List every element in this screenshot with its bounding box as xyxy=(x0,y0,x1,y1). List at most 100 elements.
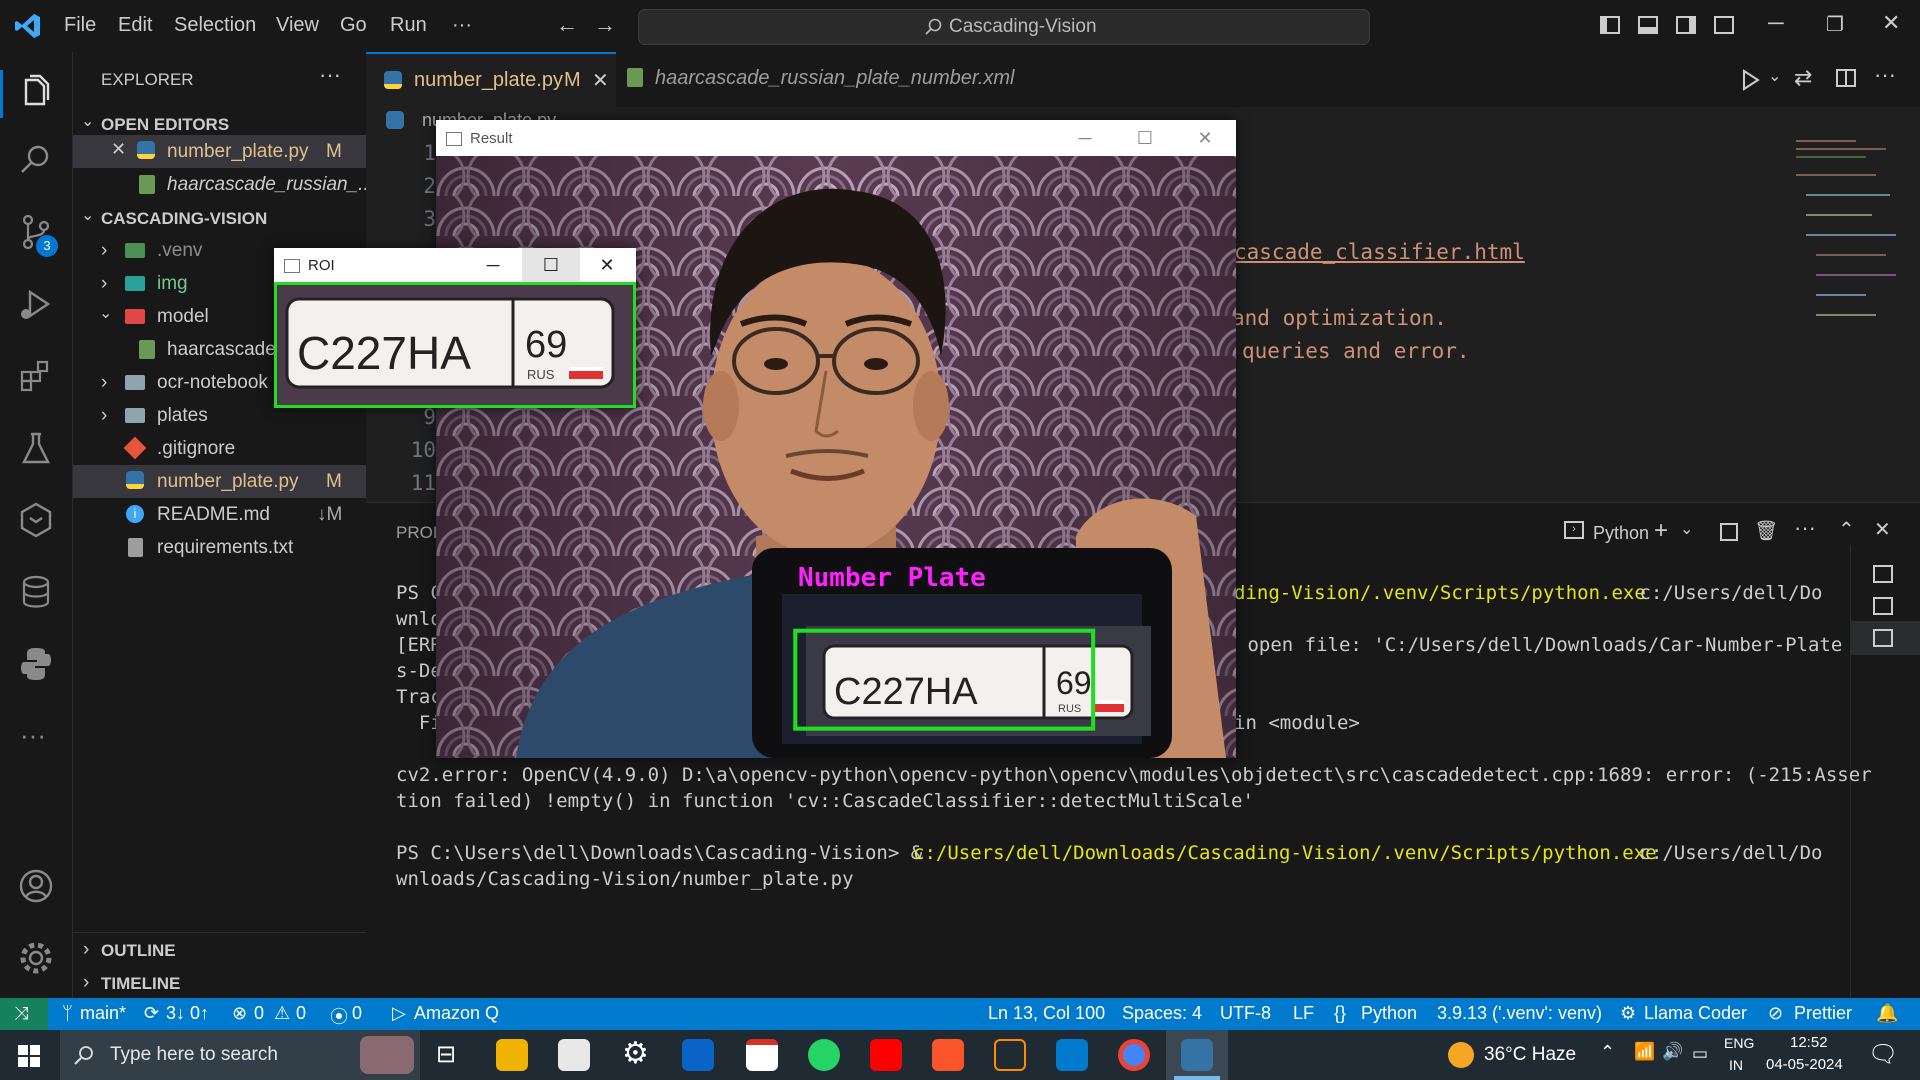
nav-back-icon[interactable]: ← xyxy=(556,12,578,38)
python-taskbar-active[interactable] xyxy=(1166,1030,1228,1080)
search-icon[interactable] xyxy=(16,140,56,180)
notifications-bell-icon[interactable]: 🔔 xyxy=(1876,1003,1898,1024)
roi-window[interactable]: ROI ─ ☐ ✕ C227HA 69 RUS xyxy=(274,248,636,408)
menu-go[interactable]: Go xyxy=(340,14,367,37)
file-explorer-icon[interactable] xyxy=(496,1039,528,1071)
more-actions-icon[interactable]: ··· xyxy=(1874,62,1896,88)
tree-item-requirements[interactable]: requirements.txt xyxy=(73,531,366,564)
terminal-shell-label[interactable]: Python xyxy=(1593,523,1649,544)
split-editor-icon[interactable] xyxy=(1836,69,1856,87)
close-icon[interactable]: ✕ xyxy=(578,248,636,282)
maximize-icon[interactable]: ☐ xyxy=(1116,120,1174,156)
roi-titlebar[interactable]: ROI ─ ☐ ✕ xyxy=(274,248,636,282)
warning-count[interactable]: 0 xyxy=(296,1003,306,1024)
gmail-icon[interactable] xyxy=(746,1039,778,1071)
task-view-icon[interactable]: ⊟ xyxy=(436,1040,456,1069)
battery-icon[interactable]: ▭ xyxy=(1692,1044,1708,1064)
close-icon[interactable]: ✕ xyxy=(592,68,609,93)
result-window[interactable]: Result ─ ☐ ✕ C227HA 69 RUS Number Plate xyxy=(436,120,1236,758)
tab-number-plate[interactable]: number_plate.py M ✕ xyxy=(366,52,616,107)
tree-item-gitignore[interactable]: .gitignore xyxy=(73,432,366,465)
explorer-icon[interactable] xyxy=(16,72,56,112)
remote-indicator[interactable]: ⤨ xyxy=(0,998,48,1030)
run-file-icon[interactable] xyxy=(1740,68,1762,92)
outline-section[interactable]: › OUTLINE xyxy=(73,933,366,966)
remote-hexagon-icon[interactable] xyxy=(16,500,56,540)
chrome-icon[interactable] xyxy=(1118,1039,1150,1071)
window-restore-icon[interactable]: ❐ xyxy=(1826,12,1844,37)
tree-item-number-plate[interactable]: number_plate.py M xyxy=(73,465,366,498)
customize-layout-icon[interactable] xyxy=(1714,16,1734,34)
whatsapp-icon[interactable] xyxy=(808,1039,840,1071)
volume-icon[interactable]: 🔊 xyxy=(1662,1042,1683,1062)
microsoft-store-icon[interactable] xyxy=(558,1039,590,1071)
vscode-taskbar-icon[interactable] xyxy=(1056,1039,1088,1071)
network-icon[interactable]: 📶 xyxy=(1634,1042,1655,1062)
maximize-panel-icon[interactable]: ⌃ xyxy=(1838,517,1855,542)
toggle-panel-icon[interactable] xyxy=(1638,16,1658,34)
chevron-down-icon[interactable]: ⌄ xyxy=(1768,66,1781,86)
language-bottom[interactable]: IN xyxy=(1729,1057,1743,1073)
explorer-more-icon[interactable]: ··· xyxy=(319,62,341,88)
open-editor-item[interactable]: ✕ number_plate.py M xyxy=(73,135,366,168)
menu-file[interactable]: File xyxy=(64,14,96,37)
clock-time[interactable]: 12:52 xyxy=(1790,1034,1828,1051)
menu-run[interactable]: Run xyxy=(390,14,427,37)
testing-flask-icon[interactable] xyxy=(16,428,56,468)
compare-changes-icon[interactable]: ⇄ xyxy=(1794,65,1812,91)
tray-chevron-icon[interactable]: ⌃ xyxy=(1600,1042,1615,1063)
more-views-icon[interactable]: ··· xyxy=(20,720,46,751)
account-icon[interactable] xyxy=(16,866,56,906)
minimize-icon[interactable]: ─ xyxy=(1056,120,1114,156)
windows-start-icon[interactable] xyxy=(18,1045,40,1067)
tab-haarcascade-xml[interactable]: haarcascade_russian_plate_number.xml xyxy=(617,52,1017,107)
run-debug-icon[interactable] xyxy=(16,284,56,324)
tree-item-readme[interactable]: i README.md ↓M xyxy=(73,498,366,531)
timeline-section[interactable]: › TIMELINE xyxy=(73,966,366,999)
trash-icon[interactable]: 🗑 xyxy=(1754,519,1778,543)
toggle-sidebar-icon[interactable] xyxy=(1600,16,1620,34)
command-center-search[interactable]: Cascading-Vision xyxy=(638,9,1370,45)
terminal-instance-icon[interactable] xyxy=(1873,597,1893,615)
menu-more[interactable]: ··· xyxy=(452,14,472,37)
outlook-icon[interactable] xyxy=(682,1039,714,1071)
close-panel-icon[interactable]: ✕ xyxy=(1874,517,1891,542)
project-section[interactable]: ⌄ CASCADING-VISION xyxy=(73,201,366,234)
more-actions-icon[interactable]: ··· xyxy=(1794,515,1816,541)
taskbar-search[interactable]: Type here to search xyxy=(60,1030,420,1080)
result-titlebar[interactable]: Result ─ ☐ ✕ xyxy=(436,120,1236,156)
git-sync[interactable]: 3↓ 0↑ xyxy=(166,1003,209,1024)
terminal-instance-icon[interactable] xyxy=(1873,565,1893,583)
menu-selection[interactable]: Selection xyxy=(174,14,256,37)
settings-gear-icon[interactable] xyxy=(16,938,56,978)
python-icon[interactable] xyxy=(16,644,56,684)
menu-edit[interactable]: Edit xyxy=(118,14,152,37)
git-branch[interactable]: main* xyxy=(80,1003,126,1024)
maximize-icon[interactable]: ☐ xyxy=(522,248,580,282)
minimize-icon[interactable]: ─ xyxy=(464,248,522,282)
python-interpreter[interactable]: 3.9.13 ('.venv': venv) xyxy=(1437,1003,1602,1024)
terminal-instance-active[interactable] xyxy=(1851,621,1920,655)
new-terminal-icon[interactable]: + xyxy=(1654,517,1668,545)
close-icon[interactable]: ✕ xyxy=(1176,120,1234,156)
prettier[interactable]: Prettier xyxy=(1794,1003,1852,1024)
encoding[interactable]: UTF-8 xyxy=(1220,1003,1271,1024)
cursor-position[interactable]: Ln 13, Col 100 xyxy=(988,1003,1105,1024)
youtube-icon[interactable] xyxy=(870,1039,902,1071)
amazon-q[interactable]: Amazon Q xyxy=(414,1003,499,1024)
window-close-icon[interactable]: ✕ xyxy=(1882,10,1900,36)
code-url[interactable]: cascade_classifier.html xyxy=(1234,240,1525,264)
chevron-down-icon[interactable]: ⌄ xyxy=(1680,519,1693,539)
nav-forward-icon[interactable]: → xyxy=(594,12,616,38)
notification-center-icon[interactable]: 🗨 xyxy=(1868,1040,1898,1069)
weather[interactable]: 36°C Haze xyxy=(1484,1044,1576,1066)
open-editor-item[interactable]: haarcascade_russian_... xyxy=(73,168,366,201)
extensions-icon[interactable] xyxy=(16,356,56,396)
error-count[interactable]: 0 xyxy=(254,1003,264,1024)
split-terminal-icon[interactable] xyxy=(1720,523,1738,541)
sublime-icon[interactable] xyxy=(994,1039,1026,1071)
brave-icon[interactable] xyxy=(932,1039,964,1071)
ports-count[interactable]: 0 xyxy=(352,1003,362,1024)
menu-view[interactable]: View xyxy=(276,14,319,37)
clock-date[interactable]: 04-05-2024 xyxy=(1766,1056,1843,1073)
